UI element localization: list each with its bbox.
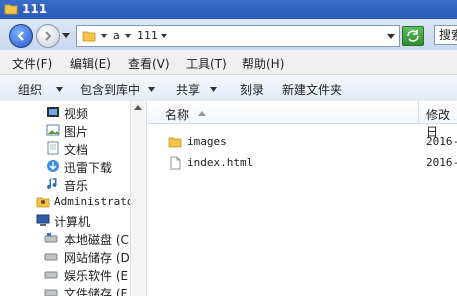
address-bar[interactable]: a 111 [76,25,400,47]
folder-icon [168,137,182,148]
refresh-icon [407,30,419,42]
nav-item-drive-d[interactable]: 网站储存 (D [0,247,146,265]
local-disk-icon [44,233,58,243]
navigation-pane: 视频 图片 文档 迅雷下载 音乐 Administrator 计算机 本地磁盘 … [0,101,147,296]
menu-help[interactable]: 帮助(H) [242,55,284,72]
drive-icon [44,289,58,296]
nav-item-pictures[interactable]: 图片 [0,121,146,139]
folder-icon [4,4,18,15]
nav-item-music[interactable]: 音乐 [0,175,146,193]
back-button[interactable] [9,24,33,48]
menu-tools[interactable]: 工具(T) [186,55,227,72]
forward-button[interactable] [36,24,60,48]
title-bar: 111 [0,0,457,19]
nav-item-drive-f[interactable]: 文件储存 (F [0,283,146,296]
breadcrumb-111[interactable]: 111 [137,29,158,42]
chevron-down-icon [56,87,63,92]
computer-icon [36,214,50,226]
nav-item-thunder-downloads[interactable]: 迅雷下载 [0,157,146,175]
arrow-right-icon [45,31,52,41]
new-folder-button[interactable]: 新建文件夹 [282,81,342,98]
command-bar: 组织 包含到库中 共享 刻录 新建文件夹 [0,75,457,102]
sort-ascending-icon [198,111,206,116]
thunder-download-icon [47,160,59,172]
search-input[interactable]: 搜索 [434,25,457,45]
folder-icon [82,31,96,42]
nav-item-drive-e[interactable]: 娱乐软件 (E [0,265,146,283]
picture-library-icon [46,124,60,136]
html-file-icon [170,156,181,170]
nav-item-local-disk-c[interactable]: 本地磁盘 (C [0,229,146,247]
drive-icon [44,271,58,279]
drive-icon [44,253,58,261]
nav-item-computer[interactable]: 计算机 [0,211,146,229]
include-in-library-button[interactable]: 包含到库中 [80,81,140,98]
refresh-button[interactable] [402,26,424,46]
column-divider[interactable] [418,101,419,123]
user-folder-icon [36,197,50,208]
file-list-header: 名称 修改日 [147,101,457,139]
nav-item-videos[interactable]: 视频 [0,103,146,121]
breadcrumb-a[interactable]: a [113,29,120,42]
menu-bar: 文件(F) 编辑(E) 查看(V) 工具(T) 帮助(H) [0,50,457,75]
menu-file[interactable]: 文件(F) [12,55,52,72]
recent-pages-dropdown[interactable] [62,31,70,39]
burn-button[interactable]: 刻录 [240,81,264,98]
menu-view[interactable]: 查看(V) [128,55,170,72]
menu-edit[interactable]: 编辑(E) [70,55,111,72]
address-row: a 111 搜索 [0,19,457,51]
file-row-images[interactable]: images 2016- [160,132,457,152]
nav-item-documents[interactable]: 文档 [0,139,146,157]
chevron-down-icon[interactable] [101,33,107,39]
arrow-left-icon [17,31,24,41]
music-library-icon [47,178,57,189]
scroll-up-icon[interactable] [134,105,142,110]
organize-button[interactable]: 组织 [18,81,42,98]
share-button[interactable]: 共享 [176,81,200,98]
nav-item-administrator[interactable]: Administrator [0,193,146,211]
chevron-down-icon [148,87,155,92]
video-library-icon [47,107,59,117]
chevron-down-icon [210,87,217,92]
navigation-scrollbar[interactable] [130,101,146,296]
chevron-down-icon[interactable] [161,33,167,39]
file-row-index-html[interactable]: index.html 2016- [160,153,457,173]
column-name[interactable]: 名称 [165,106,189,123]
chevron-down-icon[interactable] [125,33,131,39]
document-library-icon [47,141,59,155]
address-dropdown-icon[interactable] [387,32,395,40]
window-title: 111 [22,2,48,16]
